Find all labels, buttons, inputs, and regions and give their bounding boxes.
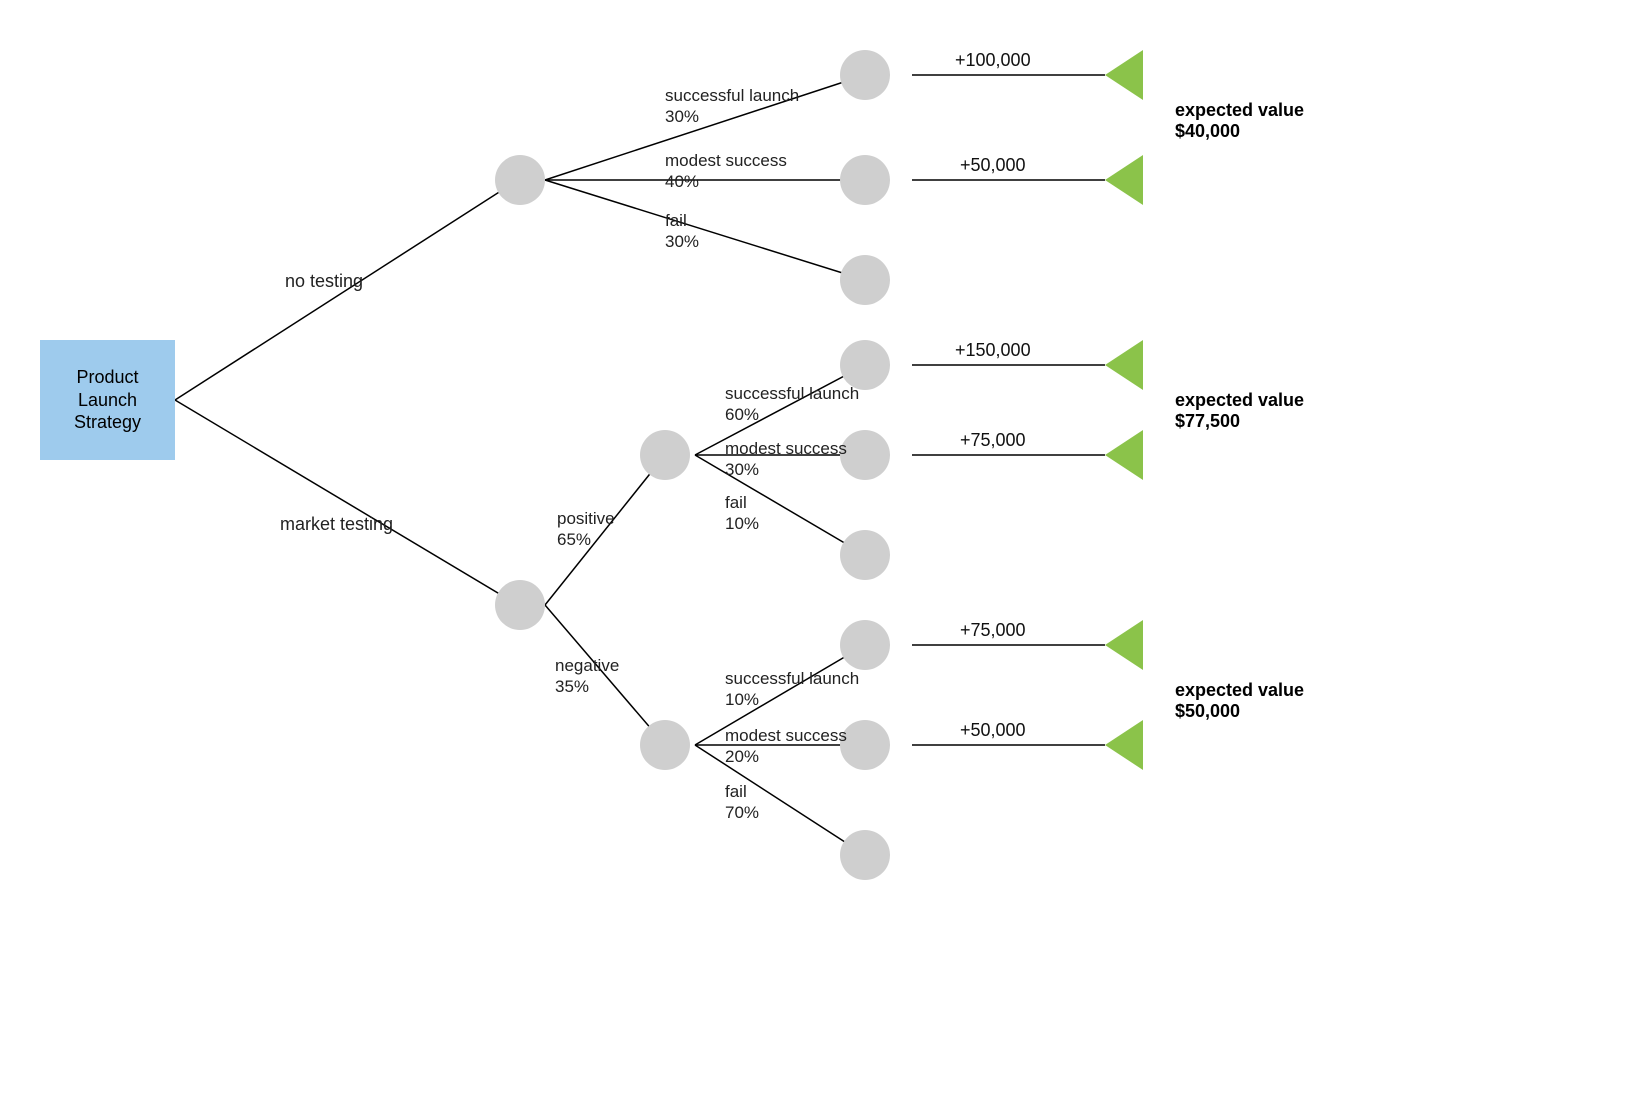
chance-node-negative: [640, 720, 690, 770]
terminal-nt-success: [1105, 50, 1143, 100]
outcome-label-nt-success: successful launch 30%: [665, 85, 799, 128]
outcome-label-nt-fail: fail 30%: [665, 210, 699, 253]
terminal-pos-modest: [1105, 430, 1143, 480]
sub-label-positive: positive 65%: [557, 508, 615, 551]
sub-label-negative: negative 35%: [555, 655, 619, 698]
outcome-label-neg-success: successful launch 10%: [725, 668, 859, 711]
value-neg-modest: +50,000: [960, 720, 1026, 741]
terminal-nt-modest: [1105, 155, 1143, 205]
decision-tree-lines: [0, 0, 1649, 1120]
outcome-node-nt-modest: [840, 155, 890, 205]
outcome-label-neg-fail: fail 70%: [725, 781, 759, 824]
expected-value-positive: expected value $77,500: [1175, 390, 1304, 432]
terminal-pos-success: [1105, 340, 1143, 390]
outcome-label-pos-modest: modest success 30%: [725, 438, 847, 481]
value-pos-modest: +75,000: [960, 430, 1026, 451]
value-neg-success: +75,000: [960, 620, 1026, 641]
outcome-node-neg-modest: [840, 720, 890, 770]
root-label: Product Launch Strategy: [74, 366, 141, 434]
value-nt-modest: +50,000: [960, 155, 1026, 176]
value-pos-success: +150,000: [955, 340, 1031, 361]
outcome-node-neg-success: [840, 620, 890, 670]
branch-label-no-testing: no testing: [285, 270, 363, 293]
outcome-node-pos-fail: [840, 530, 890, 580]
chance-node-no-testing: [495, 155, 545, 205]
outcome-node-pos-modest: [840, 430, 890, 480]
chance-node-positive: [640, 430, 690, 480]
branch-label-market-testing: market testing: [280, 513, 393, 536]
chance-node-market-testing: [495, 580, 545, 630]
expected-value-no-testing: expected value $40,000: [1175, 100, 1304, 142]
outcome-node-nt-success: [840, 50, 890, 100]
expected-value-negative: expected value $50,000: [1175, 680, 1304, 722]
outcome-label-pos-fail: fail 10%: [725, 492, 759, 535]
outcome-node-neg-fail: [840, 830, 890, 880]
outcome-node-nt-fail: [840, 255, 890, 305]
outcome-label-neg-modest: modest success 20%: [725, 725, 847, 768]
root-decision-node: Product Launch Strategy: [40, 340, 175, 460]
outcome-label-pos-success: successful launch 60%: [725, 383, 859, 426]
outcome-label-nt-modest: modest success 40%: [665, 150, 787, 193]
terminal-neg-modest: [1105, 720, 1143, 770]
terminal-neg-success: [1105, 620, 1143, 670]
value-nt-success: +100,000: [955, 50, 1031, 71]
